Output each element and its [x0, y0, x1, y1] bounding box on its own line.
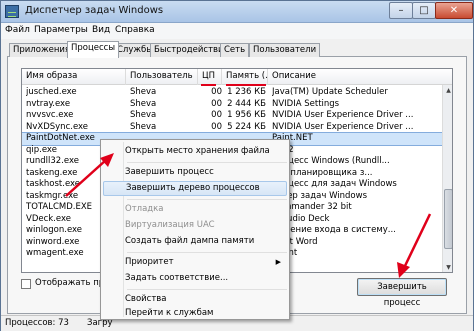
menu-help[interactable]: Справка [115, 25, 155, 35]
cell-name: jusched.exe [26, 87, 77, 97]
tab-applications[interactable]: Приложения [9, 43, 75, 57]
cell-cpu: 00 [211, 87, 222, 97]
ctx-end-process[interactable]: Завершить процесс [103, 165, 287, 180]
menu-file[interactable]: Файл [5, 25, 30, 35]
cell-desc: процесс Windows (Rundll... [272, 156, 390, 166]
ctx-separator [127, 199, 287, 200]
cell-name: NvXDSync.exe [26, 121, 89, 132]
column-header-user[interactable]: Пользователь [126, 69, 198, 85]
maximize-button[interactable]: □ [412, 2, 436, 19]
cell-name: nvvsvc.exe [26, 110, 74, 120]
cell-cpu: 00 [211, 98, 222, 109]
minimize-button[interactable]: – [389, 2, 413, 19]
task-manager-icon [5, 5, 19, 18]
ctx-separator [127, 289, 287, 290]
table-row[interactable]: NvXDSync.exe Sheva 00 5 224 КБ NVIDIA User E… [22, 122, 442, 134]
column-header-memory[interactable]: Память (... [222, 69, 268, 85]
cell-mem: 1 956 КБ [227, 110, 266, 120]
annotation-arrow-end-button [397, 213, 432, 278]
ctx-uac-virtualization[interactable]: Виртуализация UAC [103, 218, 287, 233]
cell-user: Sheva [130, 110, 157, 120]
annotation-underline-memory-column [226, 84, 266, 86]
cell-desc: етчер задач Windows [272, 190, 368, 201]
cell-cpu: 00 [211, 121, 222, 132]
scroll-thumb[interactable] [444, 189, 452, 249]
close-button[interactable]: ✕ [435, 2, 473, 19]
column-header-cpu[interactable]: ЦП [198, 69, 222, 85]
ctx-open-file-location[interactable]: Открыть место хранения файла [103, 144, 287, 159]
ctx-priority[interactable]: Приоритет ▶ [103, 255, 287, 270]
ctx-priority-label: Приоритет [125, 257, 174, 267]
tab-network[interactable]: Сеть [220, 43, 250, 57]
status-process-count: Процессов: 73 [5, 318, 69, 328]
table-row[interactable]: nvvsvc.exe Sheva 00 1 956 КБ NVIDIA User Exp… [22, 110, 442, 122]
cell-desc: Java(TM) Update Scheduler [272, 87, 388, 97]
menu-bar: Файл Параметры Вид Справка [1, 23, 473, 39]
cell-desc: Paint.NET [272, 133, 313, 143]
cell-desc: чик планировщика з... [272, 167, 373, 178]
cell-desc: 2012 [272, 145, 442, 156]
tab-strip: Приложения Процессы Службы Быстродействи… [7, 41, 467, 58]
cell-mem: 5 224 КБ [227, 121, 266, 132]
cell-mem: 2 444 КБ [227, 98, 266, 109]
cell-name: nvtray.exe [26, 98, 71, 109]
cell-user: Sheva [130, 121, 157, 132]
annotation-arrow-context-menu [65, 153, 114, 197]
ctx-separator [127, 252, 287, 253]
ctx-go-to-services[interactable]: Перейти к службам [103, 306, 287, 321]
cell-desc: NVIDIA User Experience Driver ... [272, 121, 414, 132]
cell-desc: NVIDIA Settings [272, 98, 340, 109]
ctx-debug[interactable]: Отладка [103, 202, 287, 217]
cell-desc: NVIDIA User Experience Driver ... [272, 110, 414, 120]
ctx-separator [127, 162, 287, 163]
cell-desc: процесс для задач Windows [272, 179, 397, 189]
show-all-checkbox[interactable] [21, 279, 31, 289]
annotation-underline-cpu-column [201, 84, 216, 86]
ctx-create-dump-file[interactable]: Создать файл дампа памяти [103, 234, 287, 249]
title-bar[interactable]: Диспетчер задач Windows – □ ✕ [1, 1, 473, 23]
menu-options[interactable]: Параметры [34, 25, 88, 35]
list-header: Имя образа Пользователь ЦП Память (... О… [22, 69, 452, 85]
scroll-up-icon[interactable]: ▲ [443, 85, 452, 96]
cell-user: Sheva [130, 98, 157, 109]
tab-processes[interactable]: Процессы [67, 41, 120, 58]
ctx-set-affinity[interactable]: Задать соответствие... [103, 271, 287, 286]
ctx-end-process-tree[interactable]: Завершить дерево процессов [103, 181, 287, 196]
column-header-name[interactable]: Имя образа [22, 69, 126, 85]
scroll-down-icon[interactable]: ▼ [443, 262, 452, 272]
tab-users[interactable]: Пользователи [249, 43, 321, 57]
context-menu: Открыть место хранения файла Завершить п… [100, 139, 290, 320]
cell-mem: 1 236 КБ [227, 87, 266, 97]
ctx-properties[interactable]: Свойства [103, 292, 287, 307]
window-title: Диспетчер задач Windows [25, 5, 164, 16]
table-row[interactable]: nvtray.exe Sheva 00 2 444 КБ NVIDIA Settings [22, 99, 442, 111]
menu-view[interactable]: Вид [92, 25, 110, 35]
submenu-arrow-icon: ▶ [275, 258, 281, 266]
cell-cpu: 00 [211, 110, 222, 120]
table-row[interactable]: jusched.exe Sheva 00 1 236 КБ Java(TM) Updat… [22, 87, 442, 99]
cell-user: Sheva [130, 87, 157, 97]
vertical-scrollbar[interactable]: ▲ ▼ [442, 85, 452, 272]
column-header-description[interactable]: Описание [268, 69, 442, 85]
